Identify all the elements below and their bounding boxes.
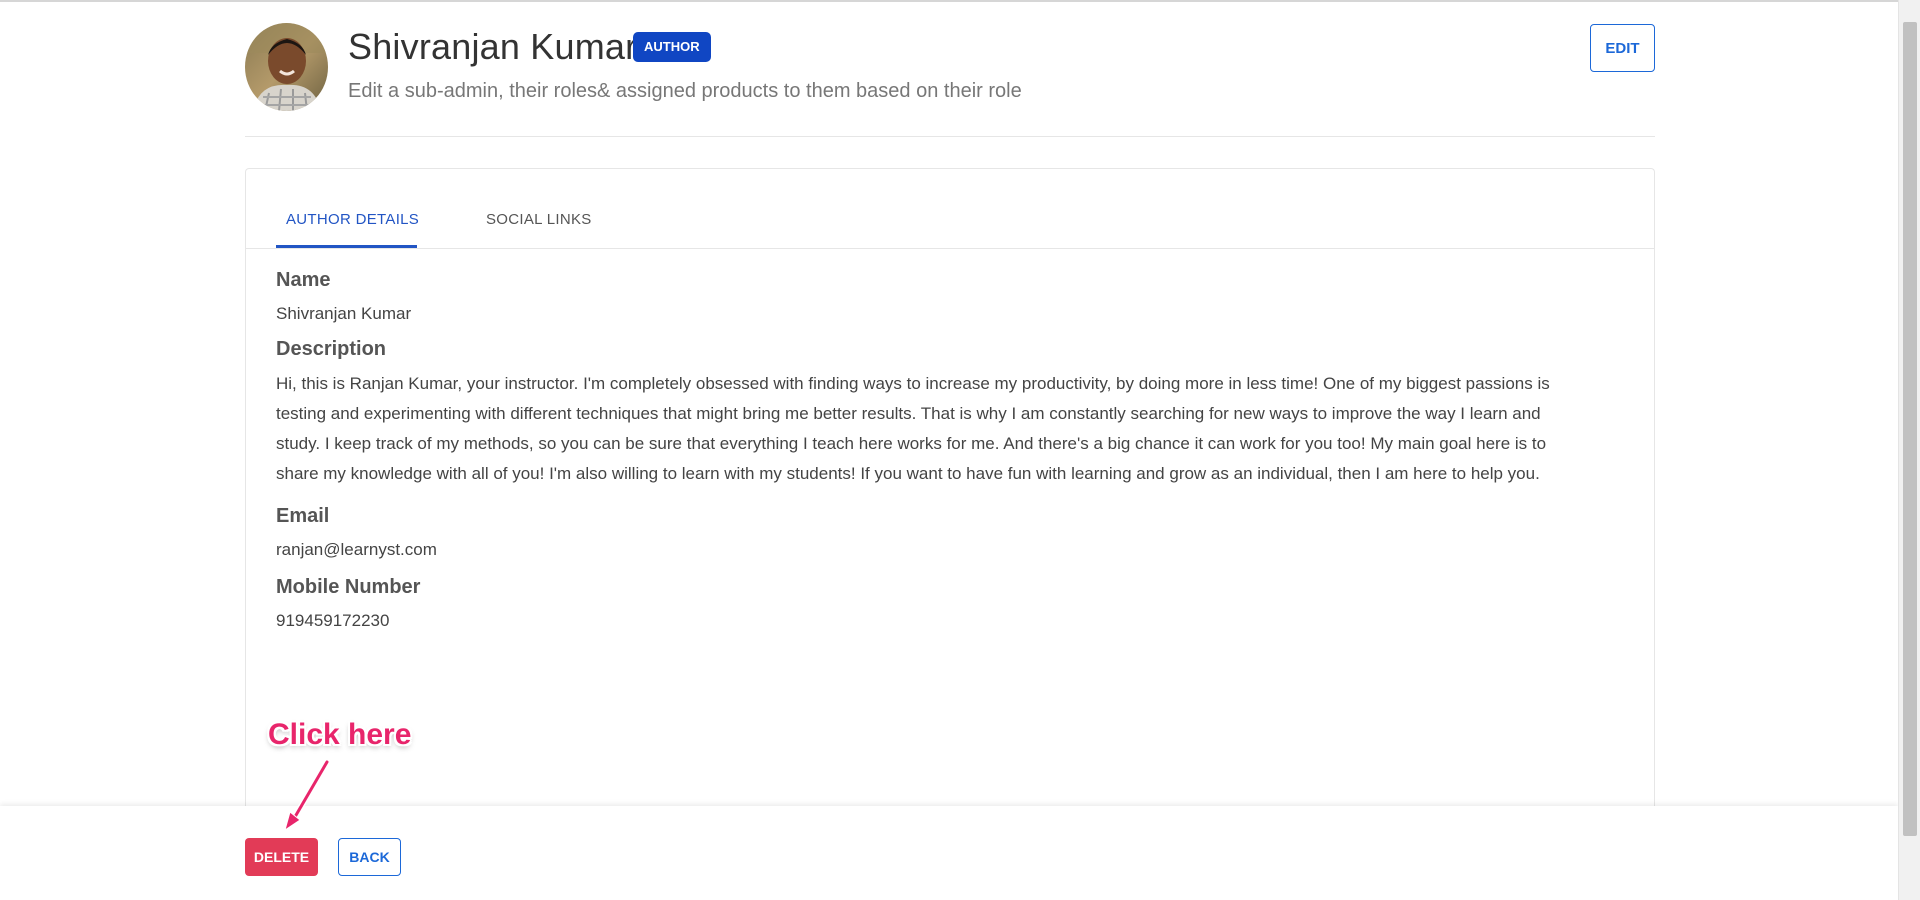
mobile-value: 919459172230 — [276, 611, 390, 630]
description-line: study. I keep track of my methods, so yo… — [276, 434, 1547, 453]
active-tab-indicator — [276, 245, 417, 248]
author-details-panel: Name Shivranjan Kumar Description Hi, th… — [276, 269, 1626, 631]
email-label: Email — [276, 505, 330, 527]
profile-header: Shivranjan Kumar AUTHOR Edit a sub-admin… — [245, 20, 1655, 137]
click-here-annotation: Click here — [268, 718, 412, 751]
name-label: Name — [276, 269, 331, 291]
avatar — [245, 23, 328, 111]
back-button[interactable]: BACK — [338, 838, 401, 876]
email-value: ranjan@learnyst.com — [276, 540, 437, 559]
delete-button[interactable]: DELETE — [245, 838, 318, 876]
vertical-scrollbar[interactable] — [1898, 0, 1920, 900]
top-border — [0, 0, 1898, 2]
description-value: Hi, this is Ranjan Kumar, your instructo… — [276, 369, 1626, 489]
page-subtitle: Edit a sub-admin, their roles& assigned … — [348, 80, 1022, 102]
role-badge: AUTHOR — [633, 32, 711, 62]
tab-author-details[interactable]: AUTHOR DETAILS — [286, 211, 419, 228]
tab-social-links[interactable]: SOCIAL LINKS — [486, 211, 592, 228]
description-line: Hi, this is Ranjan Kumar, your instructo… — [276, 374, 1550, 393]
tab-bar: AUTHOR DETAILS SOCIAL LINKS — [246, 169, 1654, 249]
description-line: testing and experimenting with different… — [276, 404, 1541, 423]
name-value: Shivranjan Kumar — [276, 304, 412, 323]
page-title: Shivranjan Kumar — [348, 26, 638, 67]
edit-button[interactable]: EDIT — [1590, 24, 1655, 72]
description-label: Description — [276, 338, 387, 360]
author-card: AUTHOR DETAILS SOCIAL LINKS Name Shivran… — [245, 168, 1655, 900]
scrollbar-thumb[interactable] — [1903, 22, 1917, 836]
description-line: share my knowledge with all of you! I'm … — [276, 464, 1540, 483]
action-footer: DELETE BACK — [0, 806, 1898, 900]
mobile-label: Mobile Number — [276, 576, 421, 598]
